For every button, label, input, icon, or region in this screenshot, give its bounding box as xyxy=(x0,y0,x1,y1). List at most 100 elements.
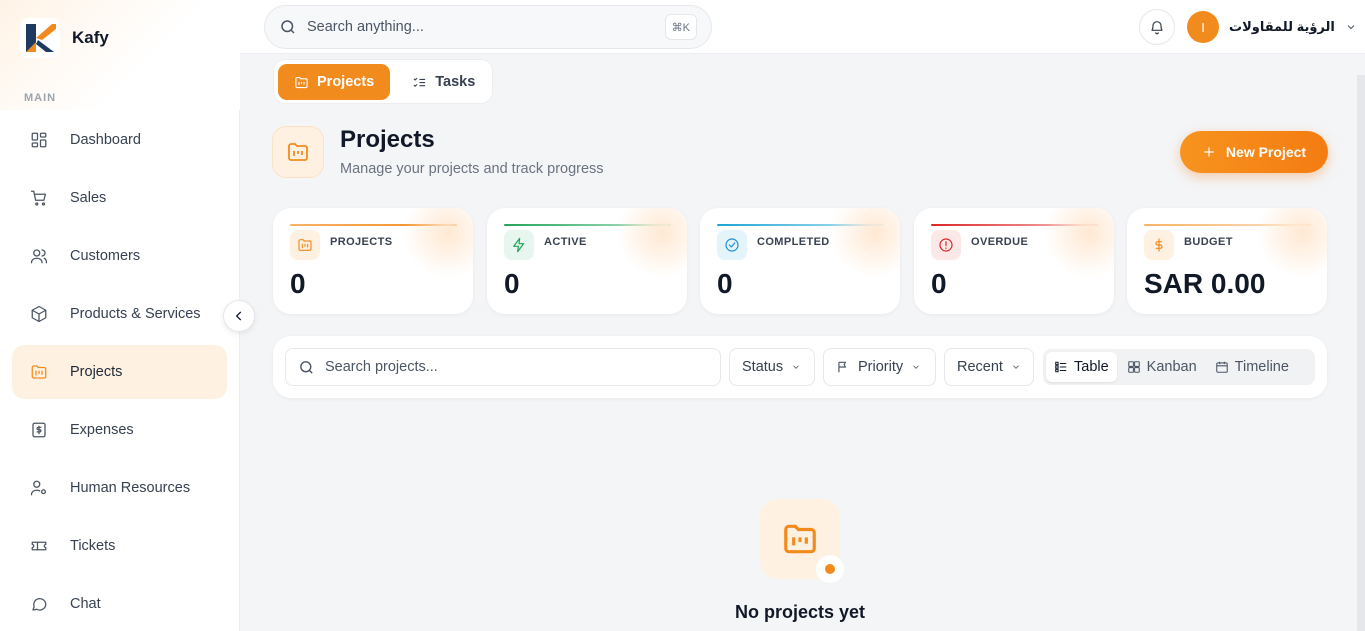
sidebar: Kafy MAIN Dashboard Sales Customers Prod… xyxy=(0,0,240,631)
priority-filter[interactable]: Priority xyxy=(823,348,936,386)
scrollbar[interactable] xyxy=(1357,75,1365,631)
chevron-left-icon xyxy=(235,311,242,321)
dollar-icon xyxy=(1155,238,1163,252)
users-icon xyxy=(30,249,48,264)
new-project-button[interactable]: New Project xyxy=(1180,131,1328,173)
stat-icon xyxy=(504,230,534,260)
tab-label: Tasks xyxy=(435,74,476,90)
page-title: Projects xyxy=(340,126,435,153)
bell-icon xyxy=(1151,21,1163,35)
stat-card-active: ACTIVE 0 xyxy=(487,208,687,314)
stat-label: COMPLETED xyxy=(757,236,830,248)
stat-value: 0 xyxy=(504,268,520,299)
stat-card-completed: COMPLETED 0 xyxy=(700,208,900,314)
sidebar-item-sales[interactable]: Sales xyxy=(12,171,227,225)
sidebar-item-expenses[interactable]: Expenses xyxy=(12,403,227,457)
notifications-button[interactable] xyxy=(1139,9,1175,45)
stat-label: PROJECTS xyxy=(330,236,393,248)
view-label: Table xyxy=(1074,359,1109,375)
sidebar-item-label: Customers xyxy=(70,248,141,264)
stat-icon xyxy=(290,230,320,260)
ticket-icon xyxy=(31,541,47,551)
stat-icon xyxy=(931,230,961,260)
sort-select[interactable]: Recent xyxy=(944,348,1034,386)
sidebar-nav: Dashboard Sales Customers Products & Ser… xyxy=(12,113,227,631)
sidebar-item-human-resources[interactable]: Human Resources xyxy=(12,461,227,515)
calendar-icon xyxy=(1215,361,1228,373)
grid-icon xyxy=(1127,361,1140,373)
sidebar-item-label: Human Resources xyxy=(70,480,191,496)
priority-filter-label: Priority xyxy=(858,359,904,375)
page-icon xyxy=(272,126,324,178)
status-filter[interactable]: Status xyxy=(729,348,815,386)
user-menu[interactable]: I الرؤية للمقاولات xyxy=(1187,11,1357,43)
folder-kanban-icon xyxy=(288,143,308,161)
dashboard-icon xyxy=(31,132,47,148)
stat-card-overdue: OVERDUE 0 xyxy=(914,208,1114,314)
view-kanban[interactable]: Kanban xyxy=(1119,352,1205,382)
stat-icon xyxy=(717,230,747,260)
sidebar-item-label: Tickets xyxy=(70,538,116,554)
global-search-input[interactable] xyxy=(307,19,657,35)
chevron-down-icon xyxy=(1347,25,1355,30)
sidebar-item-projects[interactable]: Projects xyxy=(12,345,227,399)
brand[interactable]: Kafy xyxy=(20,18,109,58)
stat-icon xyxy=(1144,230,1174,260)
global-search[interactable]: ⌘K xyxy=(264,5,712,49)
sidebar-item-label: Projects xyxy=(70,364,123,380)
stat-value: SAR 0.00 xyxy=(1144,268,1266,299)
sort-select-label: Recent xyxy=(957,359,1003,375)
sidebar-item-label: Sales xyxy=(70,190,107,206)
user-cog-icon xyxy=(30,480,47,496)
sidebar-collapse-button[interactable] xyxy=(223,300,255,332)
view-label: Timeline xyxy=(1234,359,1289,375)
project-search[interactable] xyxy=(285,348,721,386)
view-label: Kanban xyxy=(1146,359,1197,375)
chevron-down-icon xyxy=(793,365,799,369)
status-dot xyxy=(825,564,835,574)
shortcut-hint: ⌘K xyxy=(664,14,697,40)
tab-tasks[interactable]: Tasks xyxy=(396,64,491,100)
sidebar-item-products-services[interactable]: Products & Services xyxy=(12,287,227,341)
status-filter-label: Status xyxy=(742,359,784,375)
stat-card-projects: PROJECTS 0 xyxy=(273,208,473,314)
cart-icon xyxy=(30,190,47,206)
empty-state-title: No projects yet xyxy=(734,602,866,622)
project-search-input[interactable] xyxy=(325,359,705,375)
package-icon xyxy=(31,305,47,323)
chat-icon xyxy=(32,598,47,611)
sidebar-item-label: Chat xyxy=(70,596,101,612)
avatar: I xyxy=(1187,11,1219,43)
module-tabs: Projects Tasks xyxy=(273,59,493,104)
view-timeline[interactable]: Timeline xyxy=(1207,352,1297,382)
brand-name: Kafy xyxy=(72,28,109,47)
view-table[interactable]: Table xyxy=(1046,352,1117,382)
flag-icon xyxy=(838,361,847,373)
tab-label: Projects xyxy=(317,74,375,90)
stat-label: BUDGET xyxy=(1184,236,1233,248)
zap-icon xyxy=(513,237,525,253)
stat-accent-bar xyxy=(290,224,457,226)
tab-projects[interactable]: Projects xyxy=(278,64,391,100)
stat-label: ACTIVE xyxy=(544,236,587,248)
view-switcher: Table Kanban Timeline xyxy=(1043,349,1315,385)
new-project-label: New Project xyxy=(1225,144,1307,160)
stat-value: 0 xyxy=(931,268,947,299)
stat-accent-bar xyxy=(504,224,671,226)
stat-accent-bar xyxy=(1144,224,1311,226)
stat-accent-bar xyxy=(717,224,884,226)
sidebar-item-tickets[interactable]: Tickets xyxy=(12,519,227,573)
sidebar-item-chat[interactable]: Chat xyxy=(12,577,227,631)
sidebar-item-label: Dashboard xyxy=(70,132,141,148)
alert-circle-icon xyxy=(939,238,953,252)
filter-bar: Status Priority Recent Table Kanban Time… xyxy=(273,336,1327,398)
page-subtitle: Manage your projects and track progress xyxy=(340,161,604,177)
folder-kanban-icon xyxy=(784,524,816,554)
search-icon xyxy=(281,20,295,34)
sidebar-item-customers[interactable]: Customers xyxy=(12,229,227,283)
list-icon xyxy=(1055,361,1067,373)
folder-kanban-icon xyxy=(295,76,308,88)
check-circle-icon xyxy=(725,238,739,252)
chevron-down-icon xyxy=(1013,365,1019,369)
sidebar-item-dashboard[interactable]: Dashboard xyxy=(12,113,227,167)
